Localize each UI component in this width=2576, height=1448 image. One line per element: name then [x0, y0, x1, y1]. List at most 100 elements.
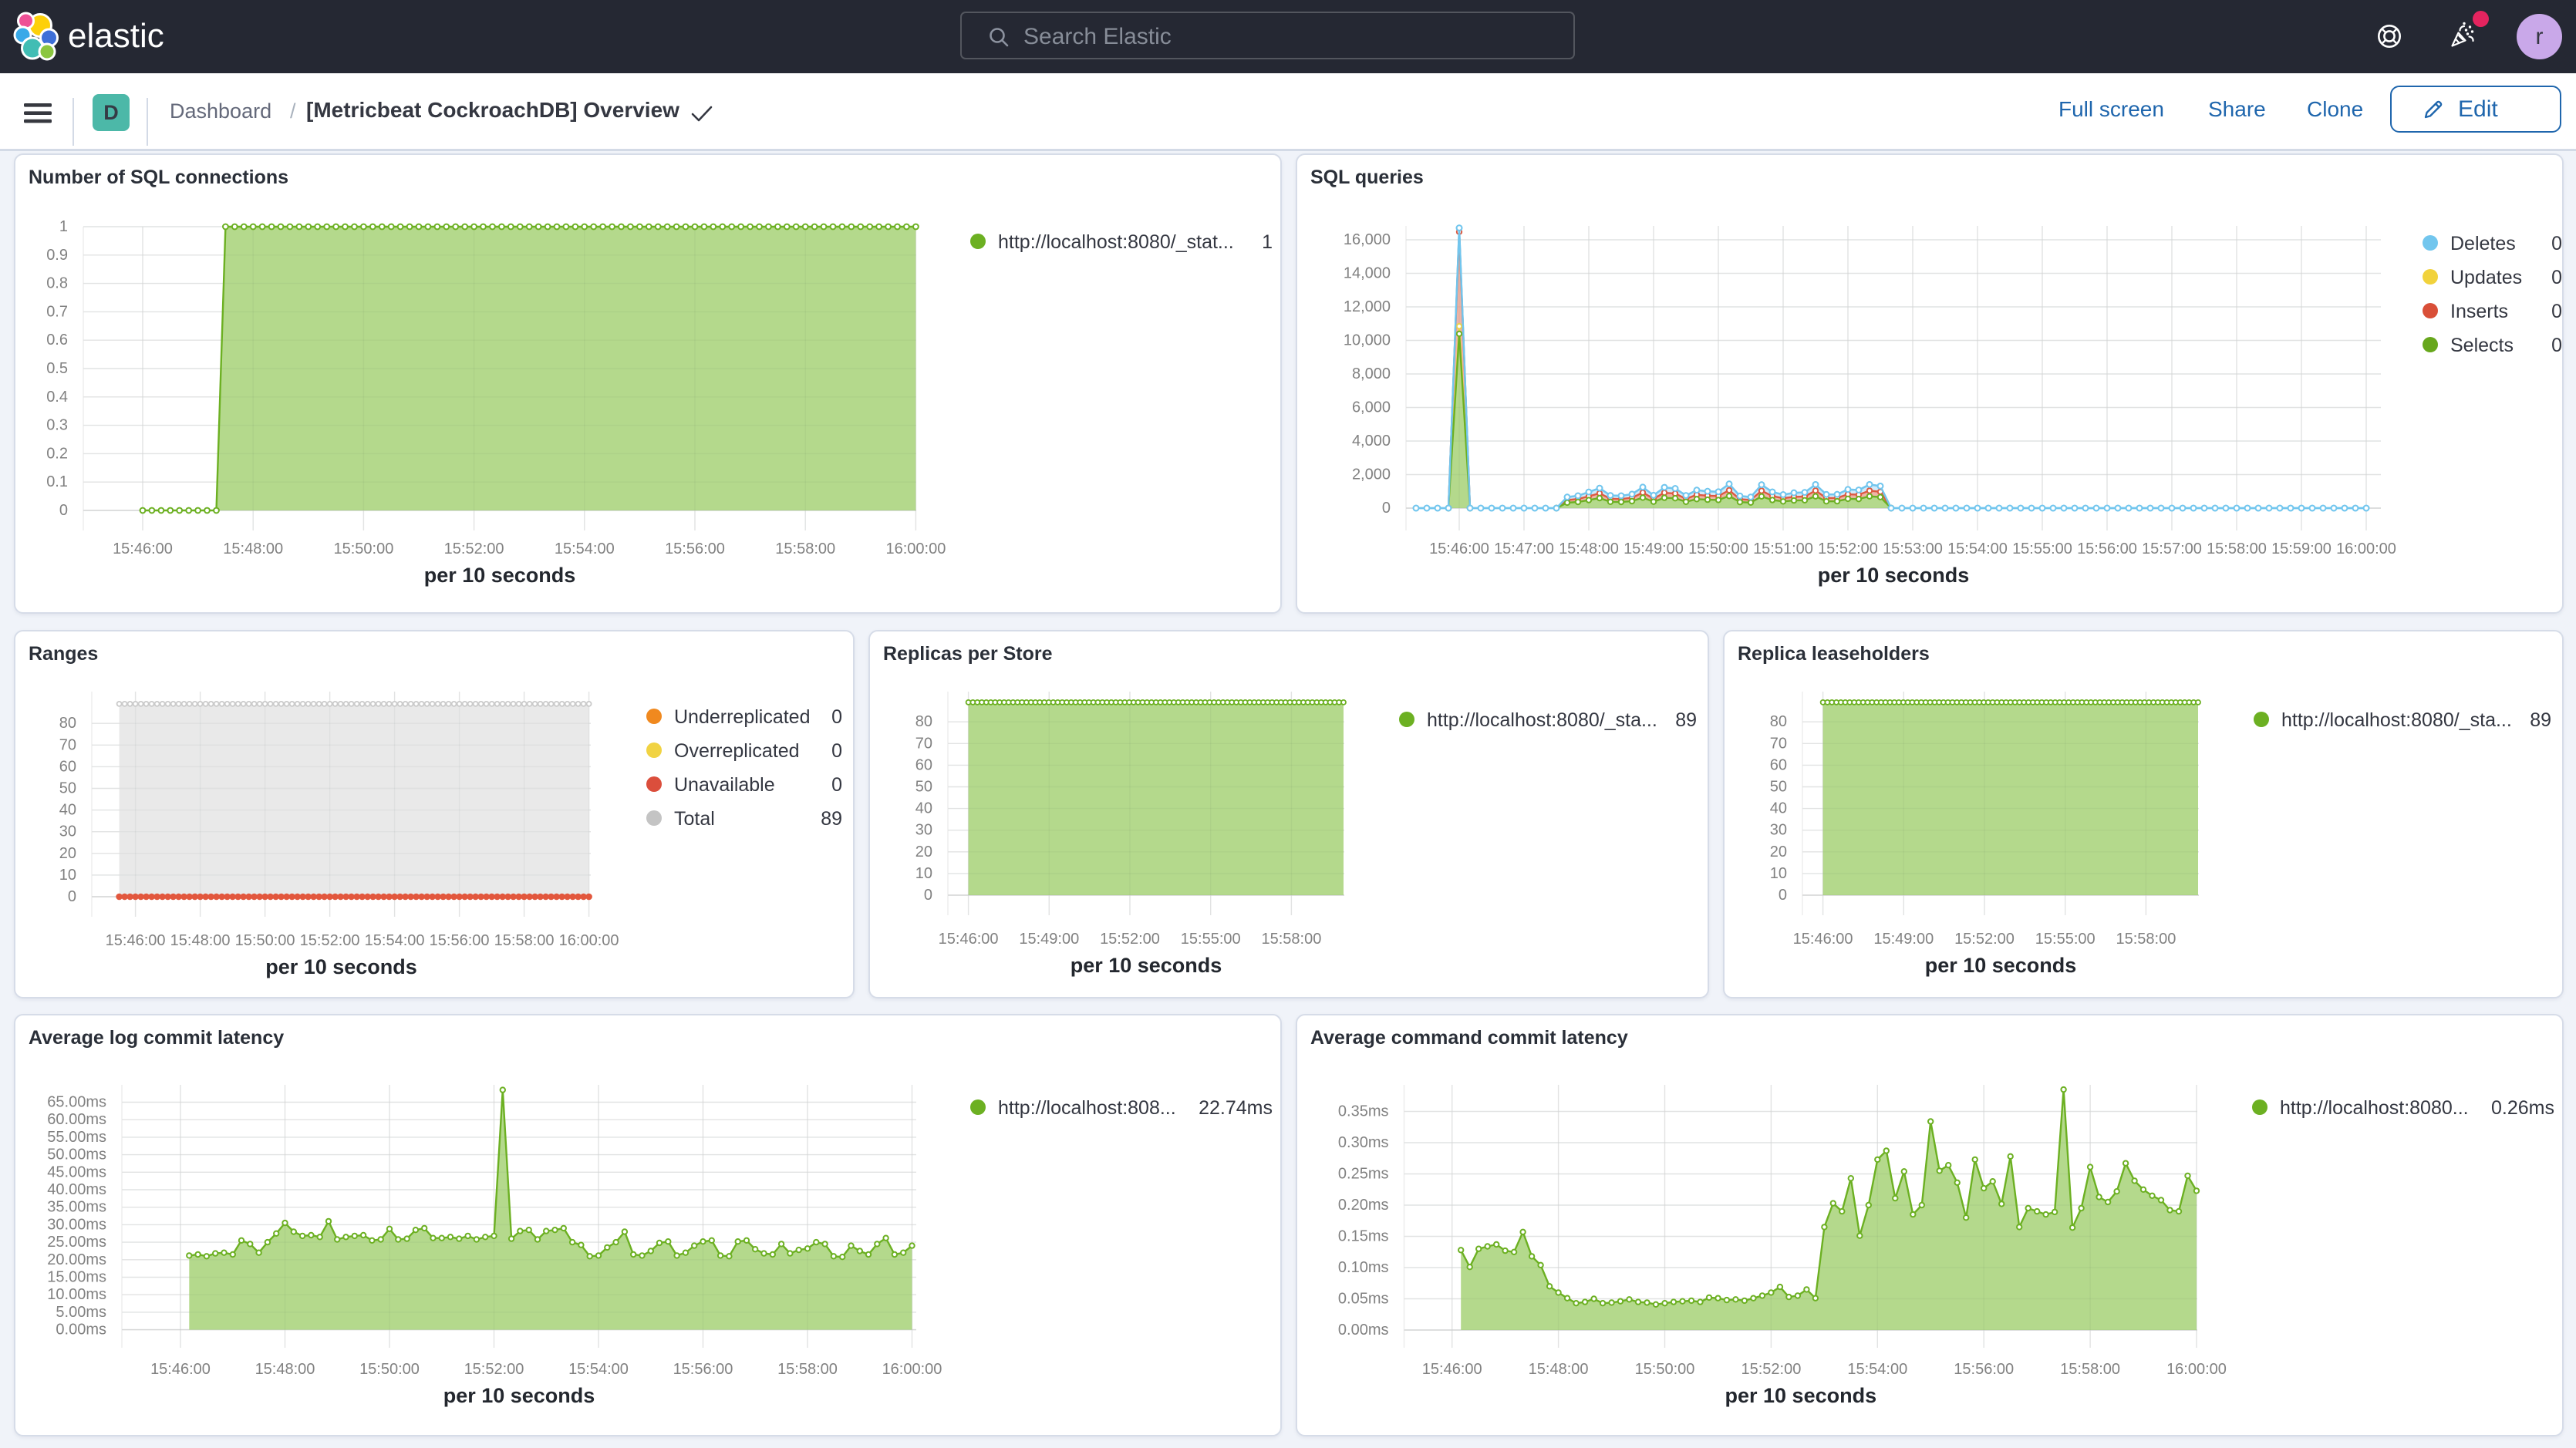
svg-text:1: 1 — [1262, 231, 1273, 253]
svg-text:15:58:00: 15:58:00 — [1261, 931, 1321, 948]
svg-text:15:54:00: 15:54:00 — [365, 932, 425, 949]
svg-text:20.00ms: 20.00ms — [47, 1251, 106, 1268]
svg-text:0.25ms: 0.25ms — [1338, 1166, 1389, 1183]
svg-text:50: 50 — [1770, 779, 1787, 796]
svg-text:30.00ms: 30.00ms — [47, 1216, 106, 1233]
svg-text:16,000: 16,000 — [1344, 231, 1391, 248]
svg-text:0.4: 0.4 — [46, 389, 68, 406]
svg-text:80: 80 — [59, 715, 76, 732]
svg-text:89: 89 — [821, 808, 842, 830]
svg-text:15:50:00: 15:50:00 — [1635, 1361, 1695, 1378]
svg-text:0.30ms: 0.30ms — [1338, 1134, 1389, 1151]
svg-text:0.05ms: 0.05ms — [1338, 1291, 1389, 1308]
svg-text:15:56:00: 15:56:00 — [2077, 540, 2137, 557]
svg-text:10,000: 10,000 — [1344, 332, 1391, 349]
svg-text:per 10 seconds: per 10 seconds — [1925, 954, 2077, 977]
svg-text:15:56:00: 15:56:00 — [1954, 1361, 2014, 1378]
svg-text:15:47:00: 15:47:00 — [1494, 540, 1554, 557]
svg-text:per 10 seconds: per 10 seconds — [424, 564, 576, 587]
svg-text:per 10 seconds: per 10 seconds — [265, 955, 417, 978]
svg-text:15:59:00: 15:59:00 — [2271, 540, 2332, 557]
svg-text:Replicas per Store: Replicas per Store — [883, 643, 1053, 665]
svg-text:0.6: 0.6 — [46, 332, 68, 349]
svg-text:15:46:00: 15:46:00 — [113, 540, 173, 557]
svg-text:0: 0 — [68, 888, 76, 905]
svg-text:15:52:00: 15:52:00 — [1818, 540, 1878, 557]
svg-text:http://localhost:8080/_sta...: http://localhost:8080/_sta... — [2281, 709, 2512, 731]
svg-text:15:57:00: 15:57:00 — [2142, 540, 2202, 557]
svg-text:0.2: 0.2 — [46, 445, 68, 462]
svg-text:10.00ms: 10.00ms — [47, 1286, 106, 1303]
svg-text:55.00ms: 55.00ms — [47, 1129, 106, 1146]
svg-text:15:58:00: 15:58:00 — [494, 932, 555, 949]
svg-text:15:52:00: 15:52:00 — [1100, 931, 1160, 948]
svg-text:15:54:00: 15:54:00 — [568, 1361, 629, 1378]
svg-text:40: 40 — [1770, 800, 1787, 817]
svg-text:0.7: 0.7 — [46, 303, 68, 320]
svg-text:http://localhost:8080/_stat...: http://localhost:8080/_stat... — [998, 231, 1234, 253]
svg-text:16:00:00: 16:00:00 — [2166, 1361, 2227, 1378]
svg-text:35.00ms: 35.00ms — [47, 1199, 106, 1216]
svg-text:50.00ms: 50.00ms — [47, 1147, 106, 1163]
svg-text:70: 70 — [59, 736, 76, 753]
svg-text:16:00:00: 16:00:00 — [2336, 540, 2396, 557]
svg-text:15:55:00: 15:55:00 — [2035, 931, 2096, 948]
svg-text:15:48:00: 15:48:00 — [170, 932, 231, 949]
svg-text:15:53:00: 15:53:00 — [1883, 540, 1943, 557]
svg-text:0.00ms: 0.00ms — [1338, 1322, 1389, 1339]
svg-text:65.00ms: 65.00ms — [47, 1094, 106, 1111]
svg-text:per 10 seconds: per 10 seconds — [1725, 1384, 1877, 1407]
svg-text:15:46:00: 15:46:00 — [939, 931, 999, 948]
svg-text:30: 30 — [1770, 822, 1787, 839]
svg-text:15:46:00: 15:46:00 — [1793, 931, 1853, 948]
svg-text:15:52:00: 15:52:00 — [444, 540, 504, 557]
svg-text:16:00:00: 16:00:00 — [885, 540, 946, 557]
svg-text:6,000: 6,000 — [1352, 399, 1391, 416]
svg-text:Ranges: Ranges — [29, 643, 98, 665]
svg-text:22.74ms: 22.74ms — [1199, 1097, 1273, 1119]
svg-text:40: 40 — [915, 800, 932, 817]
svg-text:15:49:00: 15:49:00 — [1623, 540, 1684, 557]
svg-text:http://localhost:8080/_sta...: http://localhost:8080/_sta... — [1427, 709, 1657, 731]
svg-text:per 10 seconds: per 10 seconds — [443, 1384, 595, 1407]
svg-text:0.26ms: 0.26ms — [2491, 1097, 2554, 1119]
svg-text:15:51:00: 15:51:00 — [1753, 540, 1813, 557]
svg-text:15:55:00: 15:55:00 — [1181, 931, 1241, 948]
svg-text:0.10ms: 0.10ms — [1338, 1259, 1389, 1276]
svg-text:60: 60 — [915, 756, 932, 773]
svg-text:per 10 seconds: per 10 seconds — [1818, 564, 1970, 587]
svg-text:10: 10 — [915, 865, 932, 882]
svg-text:0: 0 — [2551, 233, 2562, 254]
svg-text:15:48:00: 15:48:00 — [1559, 540, 1619, 557]
svg-text:0.8: 0.8 — [46, 275, 68, 292]
svg-text:89: 89 — [1675, 709, 1697, 731]
svg-text:40.00ms: 40.00ms — [47, 1181, 106, 1198]
svg-text:15:49:00: 15:49:00 — [1019, 931, 1079, 948]
svg-text:0.35ms: 0.35ms — [1338, 1103, 1389, 1120]
svg-text:15:48:00: 15:48:00 — [223, 540, 283, 557]
svg-text:15:58:00: 15:58:00 — [2116, 931, 2176, 948]
svg-text:25.00ms: 25.00ms — [47, 1234, 106, 1251]
svg-text:30: 30 — [59, 823, 76, 840]
svg-text:15:52:00: 15:52:00 — [1741, 1361, 1801, 1378]
svg-text:Updates: Updates — [2450, 267, 2522, 288]
svg-text:15:58:00: 15:58:00 — [777, 1361, 838, 1378]
svg-text:0: 0 — [1779, 887, 1787, 904]
svg-text:http://localhost:8080...: http://localhost:8080... — [2280, 1097, 2469, 1119]
svg-text:0.5: 0.5 — [46, 360, 68, 377]
svg-text:Replica leaseholders: Replica leaseholders — [1738, 643, 1930, 665]
svg-text:15:58:00: 15:58:00 — [2207, 540, 2267, 557]
svg-text:10: 10 — [59, 867, 76, 884]
svg-text:40: 40 — [59, 802, 76, 819]
svg-text:0: 0 — [831, 706, 842, 728]
svg-text:20: 20 — [1770, 844, 1787, 860]
svg-text:0: 0 — [2551, 267, 2562, 288]
svg-text:0.1: 0.1 — [46, 473, 68, 490]
svg-text:15:56:00: 15:56:00 — [430, 932, 490, 949]
svg-text:Average command commit latency: Average command commit latency — [1310, 1027, 1628, 1049]
svg-text:60: 60 — [59, 758, 76, 775]
svg-text:80: 80 — [915, 713, 932, 730]
svg-text:Underreplicated: Underreplicated — [674, 706, 811, 728]
svg-text:0: 0 — [831, 774, 842, 796]
svg-text:50: 50 — [59, 780, 76, 797]
